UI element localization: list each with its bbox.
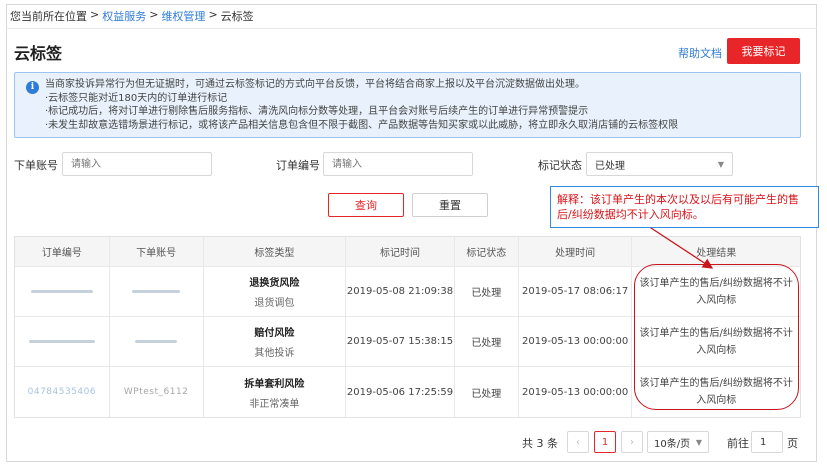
header-divider <box>6 28 817 29</box>
status-cell: 已处理 <box>455 267 519 316</box>
status-cell: 已处理 <box>455 367 519 417</box>
mark-time-cell: 2019-05-07 15:38:15 <box>346 317 455 366</box>
tag-type-cell: 赔付风险 其他投诉 <box>204 317 347 366</box>
redacted-account <box>135 340 178 343</box>
help-docs-link[interactable]: 帮助文档 <box>678 45 722 61</box>
order-no-text[interactable]: 04784535406 <box>28 387 97 397</box>
notice-line: 当商家投诉异常行为但无证据时，可通过云标签标记的方式向平台反馈，平台将结合商家上… <box>45 79 585 90</box>
redacted-order-no <box>30 290 93 293</box>
account-cell <box>110 267 204 316</box>
column-header-tag-type: 标签类型 <box>204 237 347 266</box>
breadcrumb-current: 云标签 <box>220 10 254 23</box>
notice-banner: i 当商家投诉异常行为但无证据时，可通过云标签标记的方式向平台反馈，平台将结合商… <box>14 72 801 138</box>
tag-title: 拆单套利风险 <box>244 378 305 390</box>
column-header-mark-time: 标记时间 <box>346 237 455 266</box>
process-time-cell: 2019-05-13 00:00:00 <box>519 317 633 366</box>
tag-subtitle: 退货调包 <box>254 298 295 309</box>
breadcrumb: 您当前所在位置 > 权益服务 > 维权管理 > 云标签 <box>10 8 254 24</box>
order-no-cell[interactable]: 04784535406 <box>15 367 110 417</box>
page-suffix-label: 页 <box>787 437 798 450</box>
annotation-callout: 解释：该订单产生的本次以及以后有可能产生的售后/纠纷数据均不计入风向标。 <box>550 186 819 228</box>
breadcrumb-separator: > <box>208 8 218 21</box>
prev-page-button[interactable]: ‹ <box>567 431 589 453</box>
page-1-button[interactable]: 1 <box>594 431 616 453</box>
caret-down-icon: ▼ <box>717 159 724 169</box>
caret-down-icon: ▼ <box>695 437 702 447</box>
breadcrumb-separator: > <box>149 8 159 21</box>
order-no-cell[interactable] <box>15 317 110 366</box>
account-input[interactable] <box>62 152 212 176</box>
status-label: 标记状态 <box>538 159 582 172</box>
order-no-cell[interactable] <box>15 267 110 316</box>
status-cell: 已处理 <box>455 317 519 366</box>
filter-bar: 下单账号 订单编号 标记状态 已处理 ▼ <box>0 152 827 176</box>
process-time-cell: 2019-05-13 00:00:00 <box>519 367 633 417</box>
status-select[interactable]: 已处理 ▼ <box>586 152 733 176</box>
mark-time-cell: 2019-05-08 21:09:38 <box>346 267 455 316</box>
notice-line: ·标记成功后，将对订单进行剔除售后服务指标、清洗风向标分数等处理，且平台会对账号… <box>45 106 589 117</box>
column-header-mark-status: 标记状态 <box>455 237 519 266</box>
query-button[interactable]: 查询 <box>328 193 404 217</box>
pagination: 共 3 条 ‹ 1 › 10条/页 ▼ 前往 页 <box>0 431 827 453</box>
breadcrumb-link-rights-service[interactable]: 权益服务 <box>102 8 146 24</box>
page-size-value: 10条/页 <box>654 438 691 450</box>
tag-title: 退换货风险 <box>249 278 300 289</box>
account-label: 下单账号 <box>14 159 58 172</box>
notice-line: ·云标签只能对近180天内的订单进行标记 <box>45 92 228 104</box>
page-title: 云标签 <box>14 44 63 63</box>
mark-button[interactable]: 我要标记 <box>727 38 800 64</box>
breadcrumb-link-rights-management[interactable]: 维权管理 <box>161 8 205 24</box>
column-header-result: 处理结果 <box>696 248 737 259</box>
goto-page-input[interactable] <box>751 431 783 453</box>
goto-label: 前往 <box>727 437 749 450</box>
process-time-cell: 2019-05-17 08:06:17 <box>519 267 633 316</box>
next-page-button[interactable]: › <box>621 431 643 453</box>
mark-time-cell: 2019-05-06 17:25:59 <box>346 367 455 417</box>
breadcrumb-prefix: 您当前所在位置 <box>10 10 87 23</box>
order-input[interactable] <box>323 152 473 176</box>
breadcrumb-separator: > <box>90 8 100 21</box>
redacted-account <box>132 290 181 293</box>
reset-button[interactable]: 重置 <box>412 193 488 217</box>
tag-type-cell: 拆单套利风险 非正常凑单 <box>204 367 347 417</box>
pagination-total: 共 3 条 <box>522 437 558 450</box>
redacted-order-no <box>28 340 95 343</box>
notice-line: ·未发生却故意选错场景进行标记，或将该产品相关信息包含但不限于截图、产品数据等告… <box>45 119 679 131</box>
column-header-order-no: 订单编号 <box>15 237 110 266</box>
order-label: 订单编号 <box>276 159 320 172</box>
annotation-highlight-ellipse <box>634 264 799 410</box>
tag-subtitle: 非正常凑单 <box>249 398 300 410</box>
tag-title: 赔付风险 <box>254 328 295 339</box>
table-header-row: 订单编号 下单账号 标签类型 标记时间 标记状态 处理时间 处理结果 <box>15 237 800 267</box>
account-text: WPtest_6112 <box>123 387 189 397</box>
tag-subtitle: 其他投诉 <box>254 348 295 359</box>
column-header-account: 下单账号 <box>110 237 204 266</box>
tag-type-cell: 退换货风险 退货调包 <box>204 267 347 316</box>
info-icon: i <box>26 81 39 94</box>
page-size-select[interactable]: 10条/页 ▼ <box>647 431 709 453</box>
account-cell: WPtest_6112 <box>110 367 204 417</box>
account-cell <box>110 317 204 366</box>
column-header-process-time: 处理时间 <box>519 237 633 266</box>
status-select-value: 已处理 <box>595 160 625 172</box>
